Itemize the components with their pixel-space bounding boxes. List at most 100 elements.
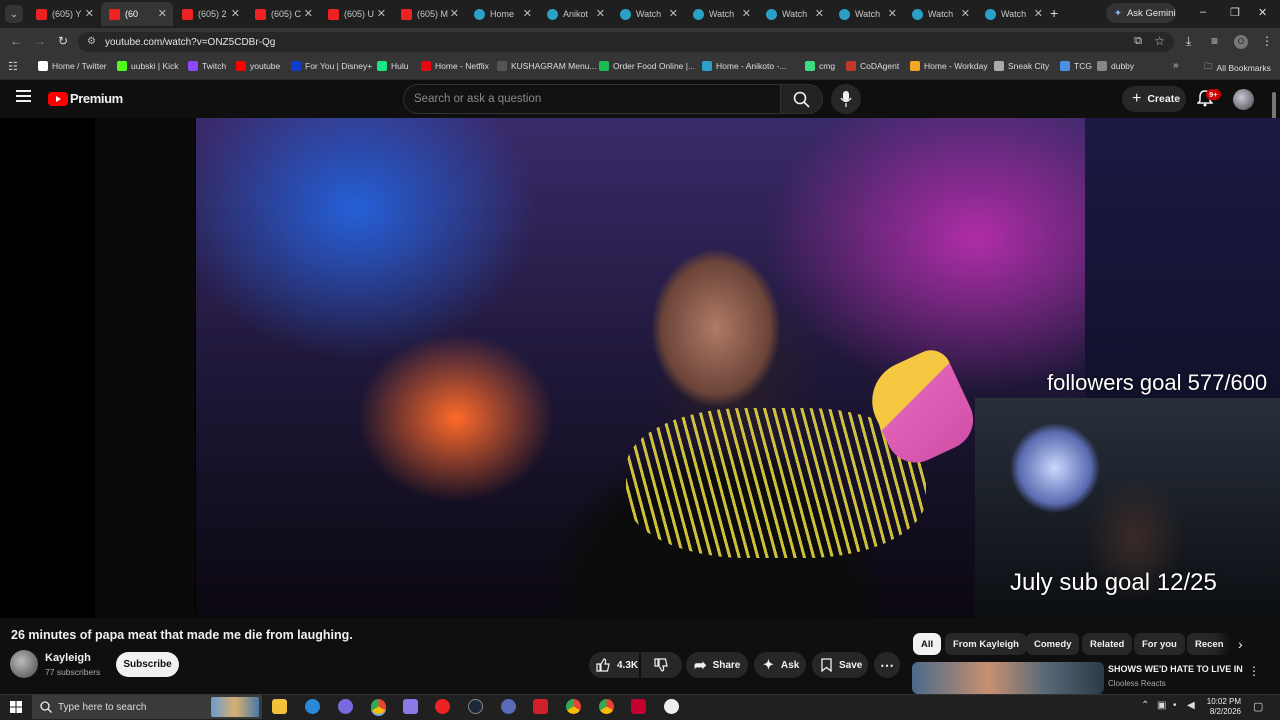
recommendation-thumbnail[interactable] (912, 662, 1104, 694)
reload-icon[interactable]: ↻ (58, 34, 68, 48)
youtube-app-icon[interactable] (435, 699, 450, 714)
channel-avatar[interactable] (10, 650, 38, 678)
downloads-icon[interactable]: ⤓ (1186, 34, 1191, 49)
chips-next-icon[interactable]: › (1238, 636, 1243, 652)
clock-app-icon[interactable] (664, 699, 679, 714)
filter-chip[interactable]: For you (1134, 633, 1185, 655)
chrome-icon[interactable] (371, 699, 386, 714)
address-bar[interactable]: ⚙ youtube.com/watch?v=ONZ5CDBr-Qg ⧉ ☆ (78, 32, 1174, 52)
browser-tab[interactable]: Watch ✕ (977, 2, 1049, 26)
bookmark-item[interactable]: Home - Netflix (421, 61, 489, 71)
close-tab-icon[interactable]: ✕ (669, 7, 678, 20)
subscribe-button[interactable]: Subscribe (116, 652, 179, 677)
browser-tab[interactable]: Watch ✕ (685, 2, 757, 26)
file-explorer-icon[interactable] (272, 699, 287, 714)
bookmark-item[interactable]: cmg (805, 61, 835, 71)
site-info-icon[interactable]: ⚙ (87, 36, 96, 47)
volume-icon[interactable]: ◀ (1187, 700, 1195, 711)
tab-search-button[interactable]: ⌄ (5, 5, 23, 23)
tray-chevron-icon[interactable]: ⌃ (1141, 700, 1149, 711)
close-tab-icon[interactable]: ✕ (1034, 7, 1043, 20)
app-icon-angular[interactable] (631, 699, 646, 714)
bookmark-item[interactable]: Home - Anikoto -... (702, 61, 786, 71)
browser-tab[interactable]: Watch ✕ (758, 2, 830, 26)
close-tab-icon[interactable]: ✕ (596, 7, 605, 20)
close-tab-icon[interactable]: ✕ (961, 7, 970, 20)
close-tab-icon[interactable]: ✕ (742, 7, 751, 20)
browser-tab[interactable]: Anikot ✕ (539, 2, 611, 26)
channel-name[interactable]: Kayleigh (45, 652, 91, 664)
close-tab-icon[interactable]: ✕ (231, 7, 240, 20)
voice-search-button[interactable] (831, 84, 861, 114)
bookmark-item[interactable]: uubski | Kick (117, 61, 179, 71)
close-tab-icon[interactable]: ✕ (888, 7, 897, 20)
close-tab-icon[interactable]: ✕ (450, 7, 459, 20)
microphone-tray-icon[interactable]: • (1173, 700, 1177, 711)
close-tab-icon[interactable]: ✕ (304, 7, 313, 20)
filter-chip[interactable]: Related (1082, 633, 1133, 655)
forward-icon[interactable]: → (34, 34, 46, 48)
menu-icon[interactable] (16, 90, 31, 102)
search-button[interactable] (781, 84, 823, 114)
close-tab-icon[interactable]: ✕ (815, 7, 824, 20)
video-player[interactable]: followers goal 577/600 July sub goal 12/… (0, 118, 1280, 618)
close-tab-icon[interactable]: ✕ (85, 7, 94, 20)
filter-chip[interactable]: Comedy (1026, 633, 1080, 655)
profile-avatar[interactable]: O (1234, 35, 1248, 49)
bookmark-item[interactable]: Order Food Online |... (599, 61, 695, 71)
bookmark-item[interactable]: Home - Workday (910, 61, 988, 71)
notification-center-icon[interactable]: ▢ (1253, 700, 1263, 713)
close-tab-icon[interactable]: ✕ (158, 7, 167, 20)
install-icon[interactable]: ⧉ (1134, 35, 1142, 48)
bookmark-item[interactable]: TCG (1060, 61, 1092, 71)
steam-icon[interactable] (468, 699, 483, 714)
browser-tab[interactable]: Watch ✕ (831, 2, 903, 26)
save-button[interactable]: Save (812, 652, 868, 678)
browser-tab[interactable]: Home ✕ (466, 2, 538, 26)
close-window-icon[interactable]: ✕ (1258, 6, 1267, 19)
minimize-icon[interactable]: – (1200, 6, 1206, 18)
edge-icon[interactable] (305, 699, 320, 714)
bookmark-item[interactable]: dubby (1097, 61, 1134, 71)
dislike-button[interactable] (641, 652, 682, 678)
more-bookmarks-icon[interactable]: » (1173, 60, 1179, 71)
game-controller-icon[interactable] (403, 699, 418, 714)
filter-chip[interactable]: From Kayleigh (945, 633, 1027, 655)
ask-button[interactable]: ✦ Ask (754, 652, 806, 678)
browser-tab[interactable]: (605) U ✕ (320, 2, 392, 26)
browser-tab[interactable]: (60 ✕ (101, 2, 173, 26)
bookmark-item[interactable]: CoDAgent (846, 61, 899, 71)
apps-icon[interactable]: ☷ (8, 60, 18, 73)
bookmark-item[interactable]: Home / Twitter (38, 61, 107, 71)
browser-tab[interactable]: (605) C ✕ (247, 2, 319, 26)
browser-tab[interactable]: (605) M ✕ (393, 2, 465, 26)
bookmark-item[interactable]: For You | Disney+ (291, 61, 372, 71)
app-icon-red[interactable] (533, 699, 548, 714)
browser-tab[interactable]: Watch ✕ (904, 2, 976, 26)
chrome-profile-icon-2[interactable] (599, 699, 614, 714)
create-button[interactable]: + Create (1122, 86, 1186, 112)
discord-icon[interactable] (338, 699, 353, 714)
close-tab-icon[interactable]: ✕ (523, 7, 532, 20)
youtube-logo[interactable]: Premium (48, 91, 123, 106)
recommendation-channel[interactable]: Clooless Reacts (1108, 679, 1166, 688)
browser-tab[interactable]: Watch ✕ (612, 2, 684, 26)
bookmark-item[interactable]: youtube (236, 61, 280, 71)
taskbar-clock[interactable]: 10:02 PM 8/2/2026 (1203, 697, 1241, 717)
new-tab-button[interactable]: + (1050, 5, 1058, 21)
recommendation-title[interactable]: SHOWS WE'D HATE TO LIVE IN (1108, 664, 1243, 674)
ask-gemini-button[interactable]: ✦ Ask Gemini (1106, 3, 1176, 23)
account-avatar[interactable] (1233, 89, 1254, 110)
share-button[interactable]: ➦ Share (686, 652, 748, 678)
browser-tab[interactable]: (605) Y ✕ (28, 2, 100, 26)
tab-list-icon[interactable]: ≡ (1211, 34, 1218, 48)
back-icon[interactable]: ← (10, 34, 22, 48)
browser-tab[interactable]: (605) 2 ✕ (174, 2, 246, 26)
browser-menu-icon[interactable]: ⋮ (1261, 34, 1273, 48)
bookmark-item[interactable]: Sneak City (994, 61, 1049, 71)
like-button[interactable]: 4.3K (589, 652, 639, 678)
chrome-profile-icon-1[interactable] (566, 699, 581, 714)
filter-chip[interactable]: All (913, 633, 942, 655)
bookmark-item[interactable]: Twitch (188, 61, 226, 71)
taskbar-search-input[interactable]: Type here to search (32, 695, 262, 719)
